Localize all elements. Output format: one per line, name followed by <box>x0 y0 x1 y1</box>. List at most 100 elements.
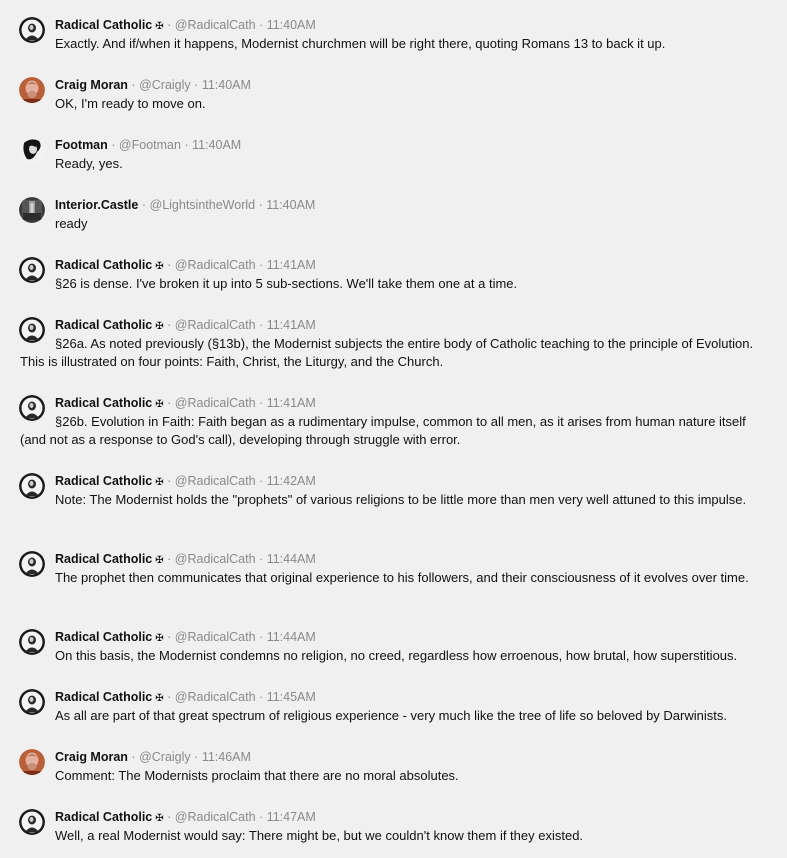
message-header: Craig Moran · @Craigly · 11:46AM <box>55 749 251 765</box>
message-header: Craig Moran · @Craigly · 11:40AM <box>55 77 251 93</box>
message-header: Radical Catholic ✠ · @RadicalCath · 11:44… <box>55 551 316 569</box>
separator: · <box>111 138 116 152</box>
author-name[interactable]: Radical Catholic <box>55 552 152 566</box>
author-name[interactable]: Radical Catholic <box>55 690 152 704</box>
message-header: Radical Catholic ✠ · @RadicalCath · 11:41… <box>55 257 316 275</box>
author-handle[interactable]: @RadicalCath <box>175 258 256 272</box>
timestamp: 11:41AM <box>266 258 316 272</box>
separator: · <box>167 18 172 32</box>
message-header: Radical Catholic ✠ · @RadicalCath · 11:41… <box>55 395 316 413</box>
cross-badge-icon: ✠ <box>155 321 164 332</box>
message-text: Ready, yes. <box>55 156 123 171</box>
separator: · <box>259 258 264 272</box>
message-text: §26 is dense. I've broken it up into 5 s… <box>55 276 518 291</box>
timestamp: 11:41AM <box>266 318 316 332</box>
cross-badge-icon: ✠ <box>155 477 164 488</box>
message-text: Exactly. And if/when it happens, Moderni… <box>55 36 666 51</box>
separator: · <box>259 630 264 644</box>
separator: · <box>194 750 199 764</box>
author-name[interactable]: Radical Catholic <box>55 18 152 32</box>
author-name[interactable]: Radical Catholic <box>55 318 152 332</box>
separator: · <box>131 78 136 92</box>
message-text: §26a. As noted previously (§13b), the Mo… <box>20 336 754 369</box>
message-header: Interior.Castle · @LightsintheWorld · 11… <box>55 197 315 213</box>
cross-badge-icon: ✠ <box>155 633 164 644</box>
author-handle[interactable]: @RadicalCath <box>175 690 256 704</box>
separator: · <box>167 690 172 704</box>
message-feed: Radical Catholic ✠ · @RadicalCath · 11:40… <box>0 0 787 858</box>
separator: · <box>194 78 199 92</box>
separator: · <box>259 318 264 332</box>
separator: · <box>184 138 189 152</box>
message-text: On this basis, the Modernist condemns no… <box>55 648 738 663</box>
author-name[interactable]: Interior.Castle <box>55 198 138 212</box>
separator: · <box>167 258 172 272</box>
author-name[interactable]: Craig Moran <box>55 750 128 764</box>
separator: · <box>258 198 263 212</box>
message-header: Radical Catholic ✠ · @RadicalCath · 11:44… <box>55 629 316 647</box>
separator: · <box>259 810 264 824</box>
author-name[interactable]: Radical Catholic <box>55 810 152 824</box>
timestamp: 11:47AM <box>266 810 316 824</box>
author-handle[interactable]: @Craigly <box>139 750 191 764</box>
separator: · <box>259 690 264 704</box>
author-handle[interactable]: @RadicalCath <box>175 318 256 332</box>
message-header: Radical Catholic ✠ · @RadicalCath · 11:40… <box>55 17 316 35</box>
message-text: ready <box>55 216 88 231</box>
author-handle[interactable]: @RadicalCath <box>175 552 256 566</box>
message-text: The prophet then communicates that origi… <box>55 570 749 585</box>
author-handle[interactable]: @Footman <box>119 138 181 152</box>
cross-badge-icon: ✠ <box>155 555 164 566</box>
author-name[interactable]: Radical Catholic <box>55 396 152 410</box>
author-handle[interactable]: @RadicalCath <box>175 18 256 32</box>
separator: · <box>259 18 264 32</box>
message-header: Radical Catholic ✠ · @RadicalCath · 11:47… <box>55 809 316 827</box>
timestamp: 11:42AM <box>266 474 316 488</box>
separator: · <box>259 396 264 410</box>
message-header: Radical Catholic ✠ · @RadicalCath · 11:41… <box>55 317 316 335</box>
cross-badge-icon: ✠ <box>155 399 164 410</box>
author-name[interactable]: Footman <box>55 138 108 152</box>
separator: · <box>167 318 172 332</box>
cross-badge-icon: ✠ <box>155 261 164 272</box>
message-header: Radical Catholic ✠ · @RadicalCath · 11:45… <box>55 689 316 707</box>
separator: · <box>259 474 264 488</box>
author-name[interactable]: Radical Catholic <box>55 630 152 644</box>
separator: · <box>141 198 147 212</box>
message-text: OK, I'm ready to move on. <box>55 96 206 111</box>
timestamp: 11:40AM <box>266 198 316 212</box>
separator: · <box>167 552 172 566</box>
message-text: Note: The Modernist holds the "prophets"… <box>55 492 747 507</box>
timestamp: 11:41AM <box>266 396 316 410</box>
author-name[interactable]: Craig Moran <box>55 78 128 92</box>
timestamp: 11:44AM <box>266 630 316 644</box>
timestamp: 11:40AM <box>266 18 316 32</box>
timestamp: 11:40AM <box>201 78 251 92</box>
message-text: Well, a real Modernist would say: There … <box>55 828 584 843</box>
cross-badge-icon: ✠ <box>155 21 164 32</box>
separator: · <box>167 396 172 410</box>
cross-badge-icon: ✠ <box>155 693 164 704</box>
cross-badge-icon: ✠ <box>155 813 164 824</box>
message-text: Comment: The Modernists proclaim that th… <box>55 768 459 783</box>
author-name[interactable]: Radical Catholic <box>55 474 152 488</box>
timestamp: 11:44AM <box>266 552 316 566</box>
message-header: Radical Catholic ✠ · @RadicalCath · 11:42… <box>55 473 316 491</box>
separator: · <box>131 750 136 764</box>
message-text: §26b. Evolution in Faith: Faith began as… <box>20 414 746 447</box>
author-handle[interactable]: @LightsintheWorld <box>150 198 256 212</box>
separator: · <box>167 810 172 824</box>
message-text: As all are part of that great spectrum o… <box>55 708 727 723</box>
separator: · <box>167 474 172 488</box>
author-handle[interactable]: @RadicalCath <box>175 630 256 644</box>
timestamp: 11:40AM <box>192 138 242 152</box>
timestamp: 11:45AM <box>266 690 316 704</box>
author-handle[interactable]: @Craigly <box>139 78 191 92</box>
separator: · <box>259 552 264 566</box>
timestamp: 11:46AM <box>201 750 251 764</box>
author-handle[interactable]: @RadicalCath <box>175 396 256 410</box>
author-name[interactable]: Radical Catholic <box>55 258 152 272</box>
separator: · <box>167 630 172 644</box>
author-handle[interactable]: @RadicalCath <box>175 810 256 824</box>
author-handle[interactable]: @RadicalCath <box>175 474 256 488</box>
